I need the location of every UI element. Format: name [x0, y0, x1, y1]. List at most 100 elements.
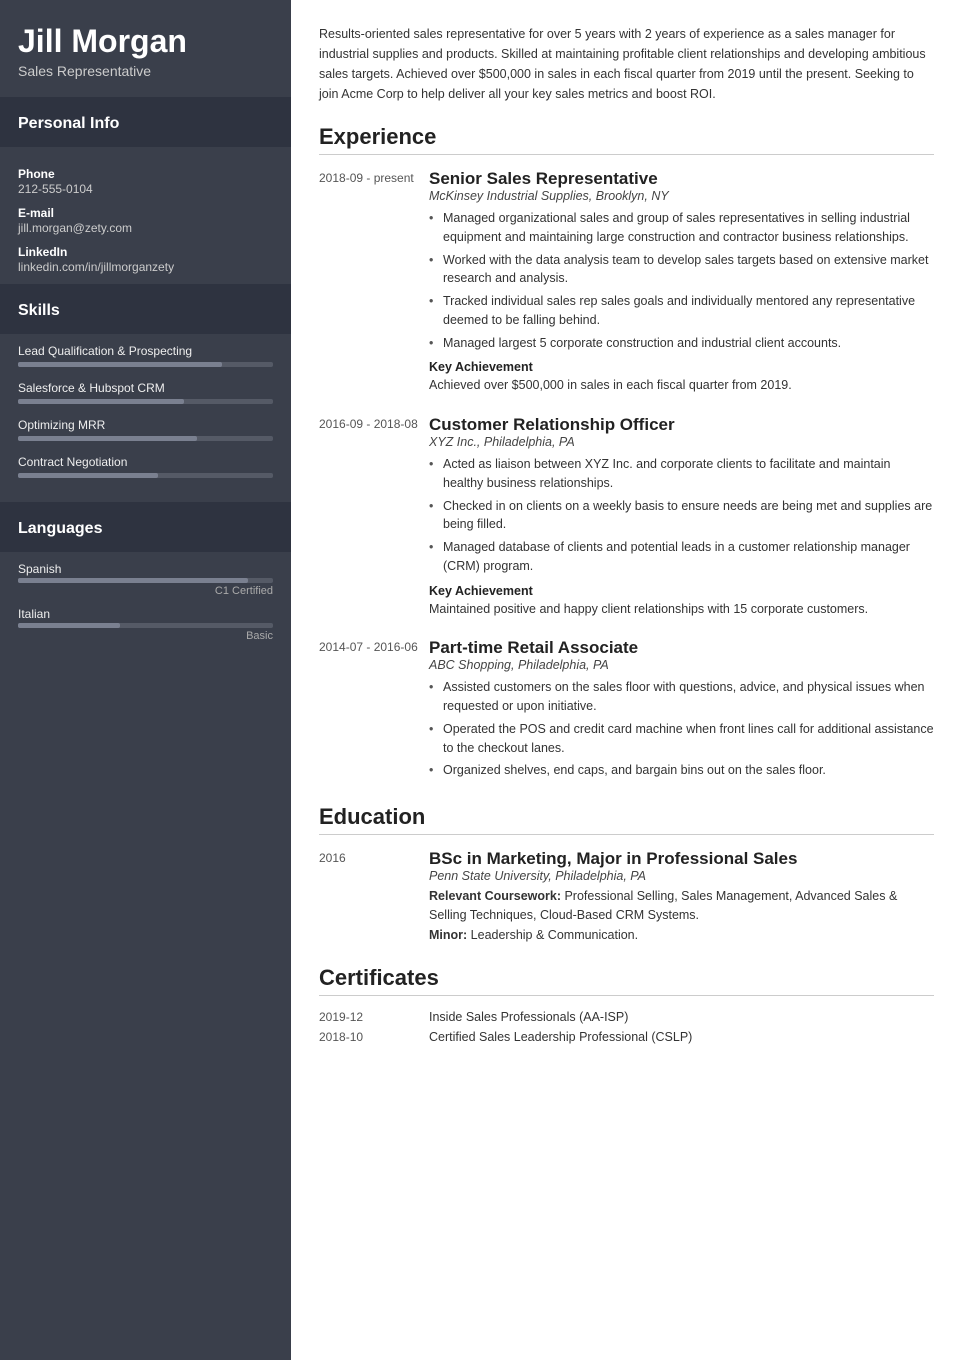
experience-date: 2018-09 - present [319, 169, 429, 395]
skill-item: Optimizing MRR [18, 418, 273, 441]
experience-label: Experience [319, 124, 934, 155]
experience-bullet: Managed organizational sales and group o… [429, 209, 934, 247]
skill-bar-bg [18, 473, 273, 478]
company-name: ABC Shopping, Philadelphia, PA [429, 658, 934, 672]
candidate-title: Sales Representative [18, 63, 273, 79]
education-section: Education 2016 BSc in Marketing, Major i… [319, 804, 934, 945]
certificate-entry: 2019-12 Inside Sales Professionals (AA-I… [319, 1010, 934, 1024]
education-minor: Minor: Leadership & Communication. [429, 926, 934, 945]
sidebar: Jill Morgan Sales Representative Persona… [0, 0, 291, 1360]
experience-content: Customer Relationship Officer XYZ Inc., … [429, 415, 934, 618]
experience-bullet: Tracked individual sales rep sales goals… [429, 292, 934, 330]
email-value: jill.morgan@zety.com [18, 221, 273, 235]
experience-bullets: Managed organizational sales and group o… [429, 209, 934, 352]
phone-label: Phone [18, 167, 273, 181]
certificate-date: 2019-12 [319, 1010, 429, 1024]
key-achievement-text: Achieved over $500,000 in sales in each … [429, 376, 934, 395]
skill-bar-bg [18, 436, 273, 441]
summary-text: Results-oriented sales representative fo… [319, 24, 934, 104]
skill-bar-fill [18, 362, 222, 367]
skill-item: Lead Qualification & Prospecting [18, 344, 273, 367]
experience-list: 2018-09 - present Senior Sales Represent… [319, 169, 934, 784]
skill-item: Contract Negotiation [18, 455, 273, 478]
company-name: McKinsey Industrial Supplies, Brooklyn, … [429, 189, 934, 203]
experience-bullet: Managed database of clients and potentia… [429, 538, 934, 576]
skill-name: Optimizing MRR [18, 418, 273, 432]
skill-bar-fill [18, 473, 158, 478]
languages-label: Languages [18, 512, 273, 544]
certificates-section: Certificates 2019-12 Inside Sales Profes… [319, 965, 934, 1044]
experience-bullet: Worked with the data analysis team to de… [429, 251, 934, 289]
experience-bullet: Organized shelves, end caps, and bargain… [429, 761, 934, 780]
experience-bullet: Assisted customers on the sales floor wi… [429, 678, 934, 716]
experience-bullets: Acted as liaison between XYZ Inc. and co… [429, 455, 934, 576]
education-school: Penn State University, Philadelphia, PA [429, 869, 934, 883]
phone-value: 212-555-0104 [18, 182, 273, 196]
education-list: 2016 BSc in Marketing, Major in Professi… [319, 849, 934, 945]
language-item: Spanish C1 Certified [18, 562, 273, 597]
experience-content: Senior Sales Representative McKinsey Ind… [429, 169, 934, 395]
experience-bullet: Checked in on clients on a weekly basis … [429, 497, 934, 535]
experience-bullet: Operated the POS and credit card machine… [429, 720, 934, 758]
certificates-list: 2019-12 Inside Sales Professionals (AA-I… [319, 1010, 934, 1044]
language-bar-bg [18, 623, 273, 628]
key-achievement-label: Key Achievement [429, 584, 934, 598]
education-detail: Relevant Coursework: Professional Sellin… [429, 887, 934, 926]
education-degree: BSc in Marketing, Major in Professional … [429, 849, 934, 869]
skill-name: Salesforce & Hubspot CRM [18, 381, 273, 395]
language-bar-fill [18, 578, 248, 583]
language-level: C1 Certified [18, 585, 273, 597]
education-label: Education [319, 804, 934, 835]
education-content: BSc in Marketing, Major in Professional … [429, 849, 934, 945]
language-bar-bg [18, 578, 273, 583]
language-bar-fill [18, 623, 120, 628]
education-entry: 2016 BSc in Marketing, Major in Professi… [319, 849, 934, 945]
experience-entry: 2016-09 - 2018-08 Customer Relationship … [319, 415, 934, 618]
skills-body: Lead Qualification & Prospecting Salesfo… [0, 334, 291, 502]
key-achievement-label: Key Achievement [429, 360, 934, 374]
personal-info-section-header: Personal Info [0, 97, 291, 147]
certificate-entry: 2018-10 Certified Sales Leadership Profe… [319, 1030, 934, 1044]
key-achievement-text: Maintained positive and happy client rel… [429, 600, 934, 619]
candidate-name: Jill Morgan [18, 24, 273, 59]
main-content: Results-oriented sales representative fo… [291, 0, 962, 1360]
personal-info-body: Phone 212-555-0104 E-mail jill.morgan@ze… [0, 147, 291, 284]
experience-entry: 2018-09 - present Senior Sales Represent… [319, 169, 934, 395]
language-level: Basic [18, 630, 273, 642]
certificates-label: Certificates [319, 965, 934, 996]
sidebar-header: Jill Morgan Sales Representative [0, 0, 291, 97]
experience-bullet: Acted as liaison between XYZ Inc. and co… [429, 455, 934, 493]
skill-name: Contract Negotiation [18, 455, 273, 469]
certificate-name: Certified Sales Leadership Professional … [429, 1030, 934, 1044]
job-title: Part-time Retail Associate [429, 638, 934, 658]
linkedin-value: linkedin.com/in/jillmorganzety [18, 260, 273, 274]
language-item: Italian Basic [18, 607, 273, 642]
email-label: E-mail [18, 206, 273, 220]
job-title: Senior Sales Representative [429, 169, 934, 189]
certificate-date: 2018-10 [319, 1030, 429, 1044]
experience-bullets: Assisted customers on the sales floor wi… [429, 678, 934, 780]
skill-item: Salesforce & Hubspot CRM [18, 381, 273, 404]
company-name: XYZ Inc., Philadelphia, PA [429, 435, 934, 449]
language-name: Italian [18, 607, 273, 621]
personal-info-label: Personal Info [18, 107, 273, 139]
skills-label: Skills [18, 294, 273, 326]
coursework-label: Relevant Coursework: [429, 889, 561, 903]
language-name: Spanish [18, 562, 273, 576]
skills-section-header: Skills [0, 284, 291, 334]
experience-section: Experience 2018-09 - present Senior Sale… [319, 124, 934, 784]
skill-bar-bg [18, 399, 273, 404]
skill-bar-fill [18, 436, 197, 441]
job-title: Customer Relationship Officer [429, 415, 934, 435]
skill-bar-bg [18, 362, 273, 367]
languages-body: Spanish C1 Certified Italian Basic [0, 552, 291, 662]
experience-date: 2016-09 - 2018-08 [319, 415, 429, 618]
skill-name: Lead Qualification & Prospecting [18, 344, 273, 358]
experience-date: 2014-07 - 2016-06 [319, 638, 429, 784]
skill-bar-fill [18, 399, 184, 404]
experience-entry: 2014-07 - 2016-06 Part-time Retail Assoc… [319, 638, 934, 784]
linkedin-label: LinkedIn [18, 245, 273, 259]
languages-section-header: Languages [0, 502, 291, 552]
minor-label: Minor: [429, 928, 467, 942]
certificate-name: Inside Sales Professionals (AA-ISP) [429, 1010, 934, 1024]
